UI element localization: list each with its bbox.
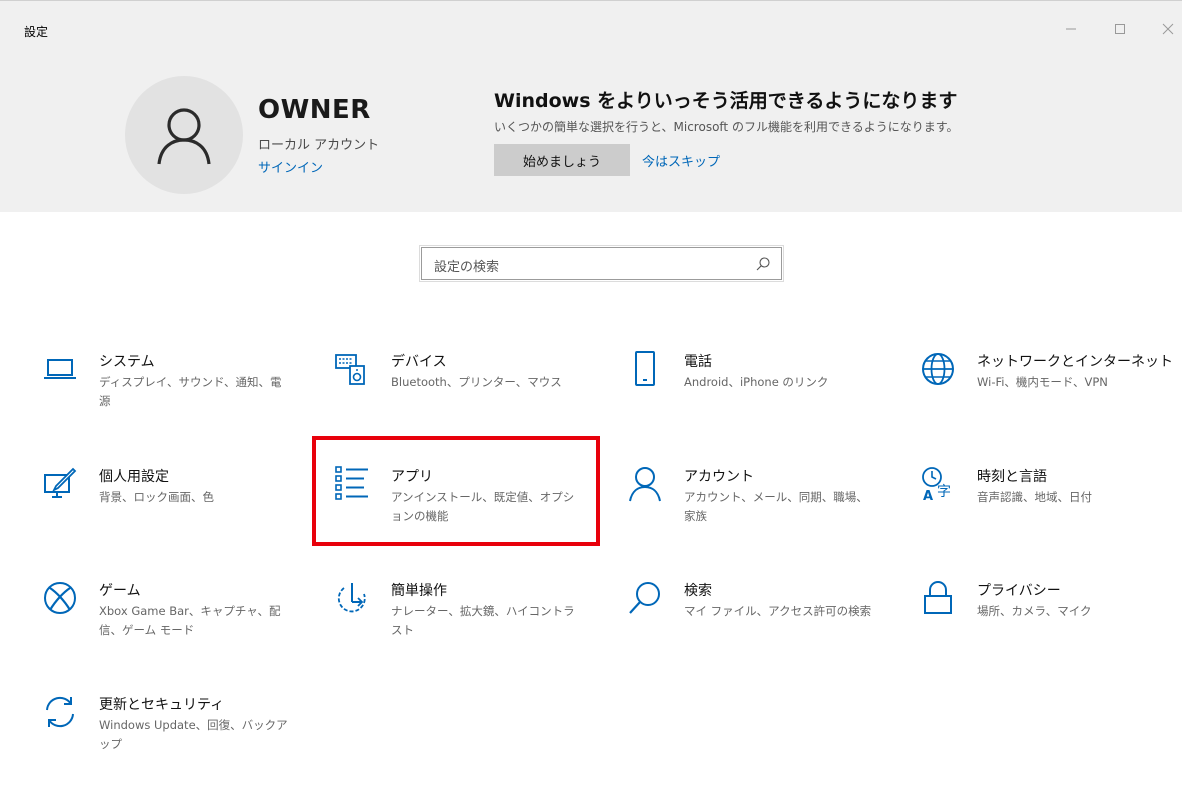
account-banner: OWNER ローカル アカウント サインイン Windows をよりいっそう活用… <box>0 43 1182 212</box>
tile-devices[interactable]: デバイス Bluetooth、プリンター、マウス <box>334 351 604 431</box>
tile-description: マイ ファイル、アクセス許可の検索 <box>684 604 872 618</box>
skip-link[interactable]: 今はスキップ <box>642 151 720 170</box>
tile-accounts[interactable]: アカウント アカウント、メール、同期、職場、家族 <box>627 466 897 546</box>
tile-title: ゲーム <box>99 583 141 599</box>
tile-title: デバイス <box>391 354 447 370</box>
tile-description: ディスプレイ、サウンド、通知、電源 <box>99 375 282 408</box>
account-name: OWNER <box>258 95 371 125</box>
tile-title: 電話 <box>684 354 712 370</box>
tile-title: プライバシー <box>977 583 1061 599</box>
paintbrush-icon <box>42 466 78 502</box>
title-bar: 設定 <box>0 1 1182 43</box>
tile-title: アプリ <box>391 469 433 485</box>
maximize-button[interactable] <box>1100 15 1140 43</box>
sync-icon <box>42 694 78 730</box>
search-placeholder: 設定の検索 <box>434 260 500 275</box>
person-icon <box>627 466 663 502</box>
keyboard-speaker-icon <box>334 351 370 387</box>
minimize-button[interactable] <box>1051 15 1091 43</box>
search-input[interactable]: 設定の検索 <box>419 245 784 282</box>
close-icon <box>1162 23 1174 35</box>
svg-text:A: A <box>923 489 933 502</box>
tile-description: Xbox Game Bar、キャプチャ、配信、ゲーム モード <box>99 604 281 637</box>
settings-window: 設定 OWNER ローカル アカウント サインイン Windows をよりいっそ… <box>0 0 1182 787</box>
promo-title: Windows をよりいっそう活用できるようになります <box>494 90 958 112</box>
tile-title: システム <box>99 354 155 370</box>
tile-system[interactable]: システム ディスプレイ、サウンド、通知、電源 <box>42 351 312 431</box>
globe-icon <box>920 351 956 387</box>
tile-gaming[interactable]: ゲーム Xbox Game Bar、キャプチャ、配信、ゲーム モード <box>42 580 312 660</box>
tile-title: 更新とセキュリティ <box>99 697 225 713</box>
app-list-icon <box>334 466 370 502</box>
tile-phone[interactable]: 電話 Android、iPhone のリンク <box>627 351 897 431</box>
tile-description: 音声認識、地域、日付 <box>977 490 1092 504</box>
tile-title: 検索 <box>684 583 712 599</box>
svg-text:字: 字 <box>937 484 951 500</box>
tile-search[interactable]: 検索 マイ ファイル、アクセス許可の検索 <box>627 580 897 660</box>
phone-icon <box>627 351 663 387</box>
tile-personalization[interactable]: 個人用設定 背景、ロック画面、色 <box>42 466 312 546</box>
tile-ease-of-access[interactable]: 簡単操作 ナレーター、拡大鏡、ハイコントラスト <box>334 580 604 660</box>
tile-description: Android、iPhone のリンク <box>684 375 829 389</box>
search-icon <box>627 580 663 616</box>
minimize-icon <box>1066 28 1076 30</box>
xbox-icon <box>42 580 78 616</box>
avatar <box>125 76 243 194</box>
tile-description: Bluetooth、プリンター、マウス <box>391 375 562 389</box>
tile-title: 時刻と言語 <box>977 469 1047 485</box>
tile-title: ネットワークとインターネット <box>977 354 1173 370</box>
window-title: 設定 <box>24 25 49 39</box>
tile-description: ナレーター、拡大鏡、ハイコントラスト <box>391 604 575 637</box>
get-started-button[interactable]: 始めましょう <box>494 144 630 176</box>
tile-description: アカウント、メール、同期、職場、家族 <box>684 490 868 523</box>
tile-description: 場所、カメラ、マイク <box>977 604 1092 618</box>
tile-apps[interactable]: アプリ アンインストール、既定値、オプションの機能 <box>334 466 604 546</box>
tile-privacy[interactable]: プライバシー 場所、カメラ、マイク <box>920 580 1182 660</box>
tile-description: アンインストール、既定値、オプションの機能 <box>391 490 575 523</box>
signin-link[interactable]: サインイン <box>258 157 323 176</box>
maximize-icon <box>1115 24 1125 34</box>
tile-update-security[interactable]: 更新とセキュリティ Windows Update、回復、バックアップ <box>42 694 312 774</box>
tile-description: Windows Update、回復、バックアップ <box>99 718 288 751</box>
tile-title: 簡単操作 <box>391 583 447 599</box>
tile-title: アカウント <box>684 469 754 485</box>
laptop-icon <box>42 351 78 387</box>
time-language-icon: A 字 <box>920 466 956 502</box>
tile-description: Wi-Fi、機内モード、VPN <box>977 375 1108 389</box>
person-icon <box>157 108 211 165</box>
tile-time-language[interactable]: A 字 時刻と言語 音声認識、地域、日付 <box>920 466 1182 546</box>
search-icon <box>756 257 770 271</box>
close-button[interactable] <box>1148 15 1182 43</box>
ease-of-access-icon <box>334 580 370 616</box>
lock-icon <box>920 580 956 616</box>
account-type: ローカル アカウント <box>258 138 380 153</box>
tile-network[interactable]: ネットワークとインターネット Wi-Fi、機内モード、VPN <box>920 351 1182 431</box>
promo-description: いくつかの簡単な選択を行うと、Microsoft のフル機能を利用できるようにな… <box>494 120 959 134</box>
tile-title: 個人用設定 <box>99 469 169 485</box>
tile-description: 背景、ロック画面、色 <box>99 490 214 504</box>
